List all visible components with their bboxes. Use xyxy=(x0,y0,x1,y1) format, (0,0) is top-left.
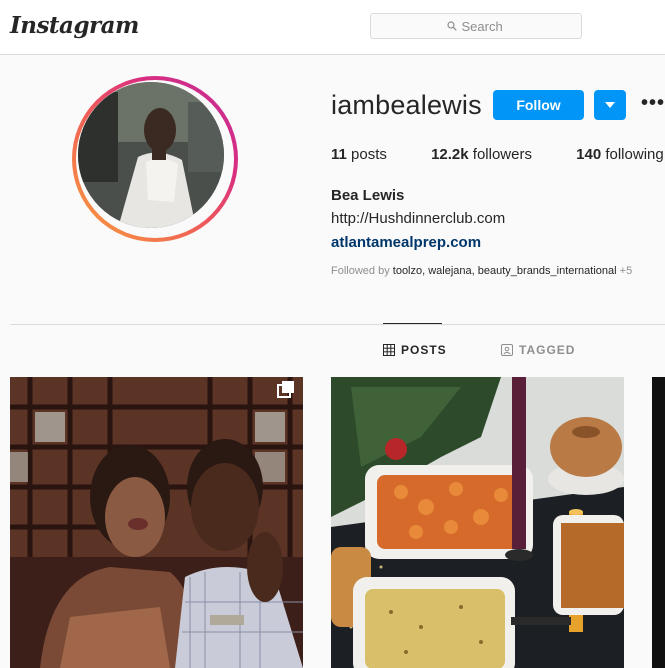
more-options-icon[interactable]: ••• xyxy=(641,93,665,113)
profile-stats: 11 posts 12.2k followers 140 following xyxy=(331,146,665,163)
instagram-logo[interactable]: Instagram xyxy=(10,12,139,39)
suggested-accounts-button[interactable] xyxy=(594,90,626,120)
chevron-down-icon xyxy=(605,102,615,108)
profile-website-link[interactable]: atlantamealprep.com xyxy=(331,234,481,251)
search-input[interactable] xyxy=(461,18,506,34)
search-icon xyxy=(446,21,457,31)
tabs-divider xyxy=(10,324,665,325)
followed-by[interactable]: Followed by toolzo, walejana, beauty_bra… xyxy=(331,265,632,277)
tagged-icon xyxy=(501,344,513,356)
profile-username: iambealewis xyxy=(331,90,482,120)
post-thumbnail[interactable] xyxy=(331,377,624,668)
post-thumbnail[interactable] xyxy=(10,377,303,668)
profile-avatar-ring[interactable] xyxy=(72,76,238,242)
followed-by-names[interactable]: toolzo, walejana, beauty_brands_internat… xyxy=(393,265,617,277)
profile-bio: http://Hushdinnerclub.com xyxy=(331,210,506,227)
follow-button[interactable]: Follow xyxy=(493,90,584,120)
search-box[interactable] xyxy=(370,13,582,39)
grid-icon xyxy=(383,344,395,356)
posts-stat: 11 posts xyxy=(331,146,387,163)
tab-posts[interactable]: POSTS xyxy=(383,343,447,357)
following-stat[interactable]: 140 following xyxy=(576,146,664,163)
active-tab-indicator xyxy=(383,323,442,324)
followers-stat[interactable]: 12.2k followers xyxy=(431,146,532,163)
avatar xyxy=(78,82,224,228)
post-thumbnail[interactable] xyxy=(652,377,665,668)
profile-full-name: Bea Lewis xyxy=(331,187,405,204)
top-nav: Instagram xyxy=(0,0,665,55)
tab-tagged[interactable]: TAGGED xyxy=(501,343,575,357)
